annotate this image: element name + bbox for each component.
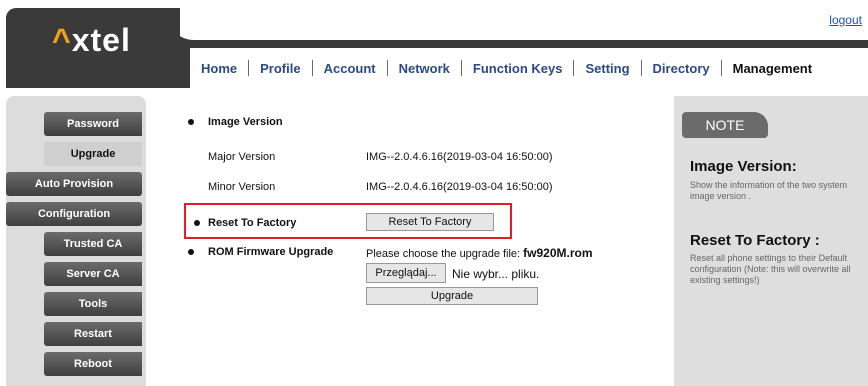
header-tab-blend [150,8,180,48]
reset-factory-button[interactable]: Reset To Factory [366,213,494,231]
nav-item-profile[interactable]: Profile [249,61,311,76]
sidebar-item-password[interactable]: Password [44,112,142,136]
sidebar-item-restart[interactable]: Restart [44,322,142,346]
sidebar-item-server-ca[interactable]: Server CA [44,262,142,286]
top-nav: Home Profile Account Network Function Keys Se… [190,48,868,88]
top-nav-items: Home Profile Account Network Function Keys Se… [190,48,823,88]
minor-version-label: Minor Version [208,181,276,193]
note-reset-text: Reset all phone settings to their Defaul… [690,253,851,285]
sidebar-item-upgrade[interactable]: Upgrade [44,142,142,166]
logout-link[interactable]: logout [829,13,862,27]
note-image-heading: Image Version: [690,158,797,175]
header-top-whitespace [166,0,868,40]
note-panel: NOTE Image Version: Show the information… [674,96,868,386]
rom-instruction: Please choose the upgrade file: fw920M.r… [366,246,593,260]
main-content: Image Version Major Version IMG--2.0.4.6… [150,96,670,386]
sidebar-item-reboot[interactable]: Reboot [44,352,142,376]
upgrade-button[interactable]: Upgrade [366,287,538,305]
nav-item-directory[interactable]: Directory [642,61,721,76]
logo-text: xtel [71,22,131,58]
major-version-value: IMG--2.0.4.6.16(2019-03-04 16:50:00) [366,151,553,163]
rom-upgrade-label: ROM Firmware Upgrade [208,246,334,258]
sidebar: Password Upgrade Auto Provision Configurati… [6,96,146,386]
sidebar-item-tools[interactable]: Tools [44,292,142,316]
rom-file-name: fw920M.rom [523,246,593,260]
file-status: Nie wybr... pliku. [452,267,540,281]
sidebar-item-auto-provision[interactable]: Auto Provision [6,172,142,196]
browse-file-button[interactable]: Przeglądaj... [366,263,446,283]
bullet-rom [188,249,194,255]
note-reset-heading: Reset To Factory : [690,232,820,249]
nav-item-account[interactable]: Account [313,61,387,76]
major-version-label: Major Version [208,151,276,163]
nav-item-setting[interactable]: Setting [574,61,640,76]
rom-instruction-text: Please choose the upgrade file: [366,248,521,260]
logo-mark-icon: ^ [52,22,72,58]
bullet-image-version [188,119,194,125]
nav-item-management[interactable]: Management [722,61,823,76]
sidebar-item-configuration[interactable]: Configuration [6,202,142,226]
sidebar-item-trusted-ca[interactable]: Trusted CA [44,232,142,256]
image-version-title: Image Version [208,116,283,128]
bullet-reset [194,220,200,226]
note-image-text: Show the information of the two system i… [690,180,848,201]
nav-item-home[interactable]: Home [190,61,248,76]
minor-version-value: IMG--2.0.4.6.16(2019-03-04 16:50:00) [366,181,553,193]
nav-item-function-keys[interactable]: Function Keys [462,61,574,76]
nav-item-network[interactable]: Network [388,61,461,76]
brand-logo: ^xtel [52,22,131,59]
reset-factory-label: Reset To Factory [208,217,297,229]
note-title: NOTE [682,112,768,138]
